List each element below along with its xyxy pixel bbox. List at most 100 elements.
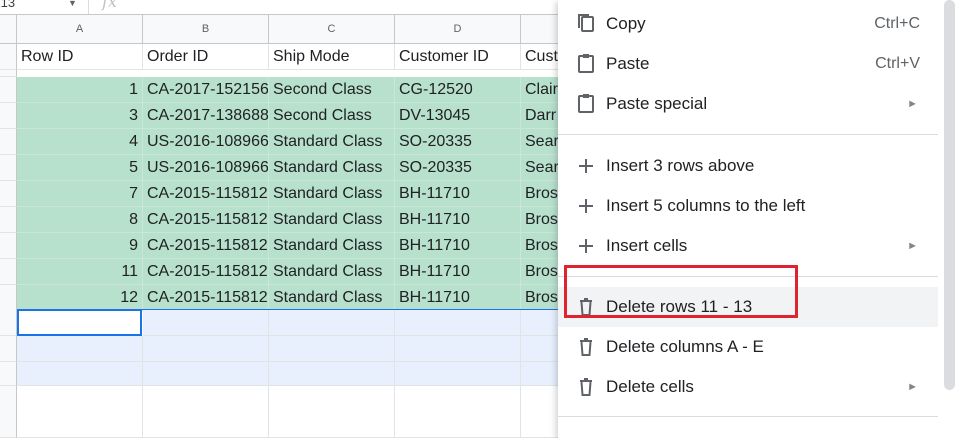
table-cell[interactable]: 5	[17, 155, 143, 181]
table-cell[interactable]: 7	[17, 181, 143, 207]
header-cell-customer-id[interactable]: Customer ID	[395, 44, 521, 70]
table-cell[interactable]: BH-11710	[395, 259, 521, 285]
menu-item-insert-cells[interactable]: Insert cells ►	[558, 226, 938, 266]
active-cell[interactable]	[17, 309, 142, 336]
menu-item-delete-cells[interactable]: Delete cells ►	[558, 367, 938, 407]
submenu-arrow-icon: ►	[907, 98, 918, 110]
empty-cell[interactable]	[17, 336, 143, 362]
menu-shortcut: Ctrl+V	[875, 55, 920, 72]
table-cell[interactable]: 8	[17, 207, 143, 233]
header-cell-row-id[interactable]: Row ID	[17, 44, 143, 70]
header-cell-order-id[interactable]: Order ID	[143, 44, 269, 70]
column-header-c[interactable]: C	[269, 15, 395, 44]
row-header[interactable]	[0, 77, 17, 103]
menu-item-paste-special[interactable]: Paste special ►	[558, 84, 938, 124]
formula-bar-divider	[88, 0, 89, 14]
table-cell[interactable]: CA-2015-115812	[143, 181, 269, 207]
menu-item-label: Paste special	[606, 94, 708, 113]
empty-cell[interactable]	[269, 336, 395, 362]
table-cell[interactable]: SO-20335	[395, 155, 521, 181]
column-header-d[interactable]: D	[395, 15, 521, 44]
table-cell[interactable]: BH-11710	[395, 207, 521, 233]
table-cell[interactable]: Standard Class	[269, 285, 395, 311]
empty-cell[interactable]	[269, 386, 395, 438]
empty-cell[interactable]	[143, 336, 269, 362]
table-cell[interactable]: Second Class	[269, 77, 395, 103]
table-cell[interactable]: 11	[17, 259, 143, 285]
table-cell[interactable]: CA-2017-152156	[143, 77, 269, 103]
empty-cell[interactable]	[269, 362, 395, 386]
table-cell[interactable]: CA-2015-115812	[143, 207, 269, 233]
empty-cell[interactable]	[395, 362, 521, 386]
row-header[interactable]	[0, 44, 17, 70]
row-header[interactable]	[0, 207, 17, 233]
menu-item-insert-rows[interactable]: Insert 3 rows above	[558, 146, 938, 186]
table-cell[interactable]: Standard Class	[269, 181, 395, 207]
table-cell[interactable]: CA-2015-115812	[143, 285, 269, 311]
menu-item-paste[interactable]: Paste Ctrl+V	[558, 44, 938, 84]
menu-scrollbar[interactable]	[944, 0, 955, 390]
empty-cell[interactable]	[143, 362, 269, 386]
table-cell[interactable]: 12	[17, 285, 143, 311]
table-cell[interactable]: US-2016-108966	[143, 129, 269, 155]
table-cell[interactable]: Standard Class	[269, 207, 395, 233]
table-cell[interactable]: 9	[17, 233, 143, 259]
empty-cell[interactable]	[395, 386, 521, 438]
header-cell-ship-mode[interactable]: Ship Mode	[269, 44, 395, 70]
table-cell[interactable]: Standard Class	[269, 233, 395, 259]
menu-item-delete-columns[interactable]: Delete columns A - E	[558, 327, 938, 367]
menu-item-copy[interactable]: Copy Ctrl+C	[558, 4, 938, 44]
column-header-label: D	[453, 23, 462, 35]
row-header[interactable]	[0, 103, 17, 129]
table-cell[interactable]: Standard Class	[269, 155, 395, 181]
chevron-down-icon[interactable]: ▼	[68, 0, 77, 12]
table-cell[interactable]: 4	[17, 129, 143, 155]
table-cell[interactable]: CA-2015-115812	[143, 259, 269, 285]
select-all-corner[interactable]	[0, 15, 17, 44]
table-cell[interactable]: CG-12520	[395, 77, 521, 103]
row-header[interactable]	[0, 285, 17, 311]
empty-cell[interactable]	[17, 362, 143, 386]
column-header-a[interactable]: A	[17, 15, 143, 44]
row-header[interactable]	[0, 310, 17, 336]
column-header-b[interactable]: B	[143, 15, 269, 44]
empty-cell[interactable]	[269, 310, 395, 336]
table-cell[interactable]: 3	[17, 103, 143, 129]
table-cell[interactable]: Standard Class	[269, 259, 395, 285]
name-box[interactable]: E13 ▼	[0, 0, 80, 12]
row-header[interactable]	[0, 386, 17, 438]
table-cell[interactable]: BH-11710	[395, 233, 521, 259]
menu-divider	[558, 134, 938, 135]
menu-item-label: Insert cells	[606, 236, 688, 255]
row-header[interactable]	[0, 362, 17, 386]
table-cell[interactable]: DV-13045	[395, 103, 521, 129]
table-cell[interactable]: BH-11710	[395, 181, 521, 207]
clipboard-icon	[576, 84, 596, 124]
row-header[interactable]	[0, 233, 17, 259]
column-header-label: B	[201, 23, 210, 35]
table-cell[interactable]: US-2016-108966	[143, 155, 269, 181]
row-header[interactable]	[0, 336, 17, 362]
empty-cell[interactable]	[17, 386, 143, 438]
table-cell[interactable]: 1	[17, 77, 143, 103]
submenu-arrow-icon: ►	[907, 381, 918, 393]
table-cell[interactable]: Standard Class	[269, 129, 395, 155]
table-cell[interactable]: CA-2017-138688	[143, 103, 269, 129]
empty-cell[interactable]	[143, 386, 269, 438]
plus-icon	[576, 146, 596, 186]
empty-cell[interactable]	[395, 310, 521, 336]
row-header[interactable]	[0, 129, 17, 155]
table-cell[interactable]: CA-2015-115812	[143, 233, 269, 259]
empty-cell[interactable]	[143, 310, 269, 336]
table-cell[interactable]: Second Class	[269, 103, 395, 129]
row-header[interactable]	[0, 181, 17, 207]
menu-item-insert-columns[interactable]: Insert 5 columns to the left	[558, 186, 938, 226]
empty-cell[interactable]	[395, 336, 521, 362]
row-header[interactable]	[0, 70, 17, 77]
plus-icon	[576, 186, 596, 226]
row-header[interactable]	[0, 259, 17, 285]
table-cell[interactable]: BH-11710	[395, 285, 521, 311]
table-cell[interactable]: SO-20335	[395, 129, 521, 155]
row-header[interactable]	[0, 155, 17, 181]
clipboard-icon	[576, 44, 596, 84]
